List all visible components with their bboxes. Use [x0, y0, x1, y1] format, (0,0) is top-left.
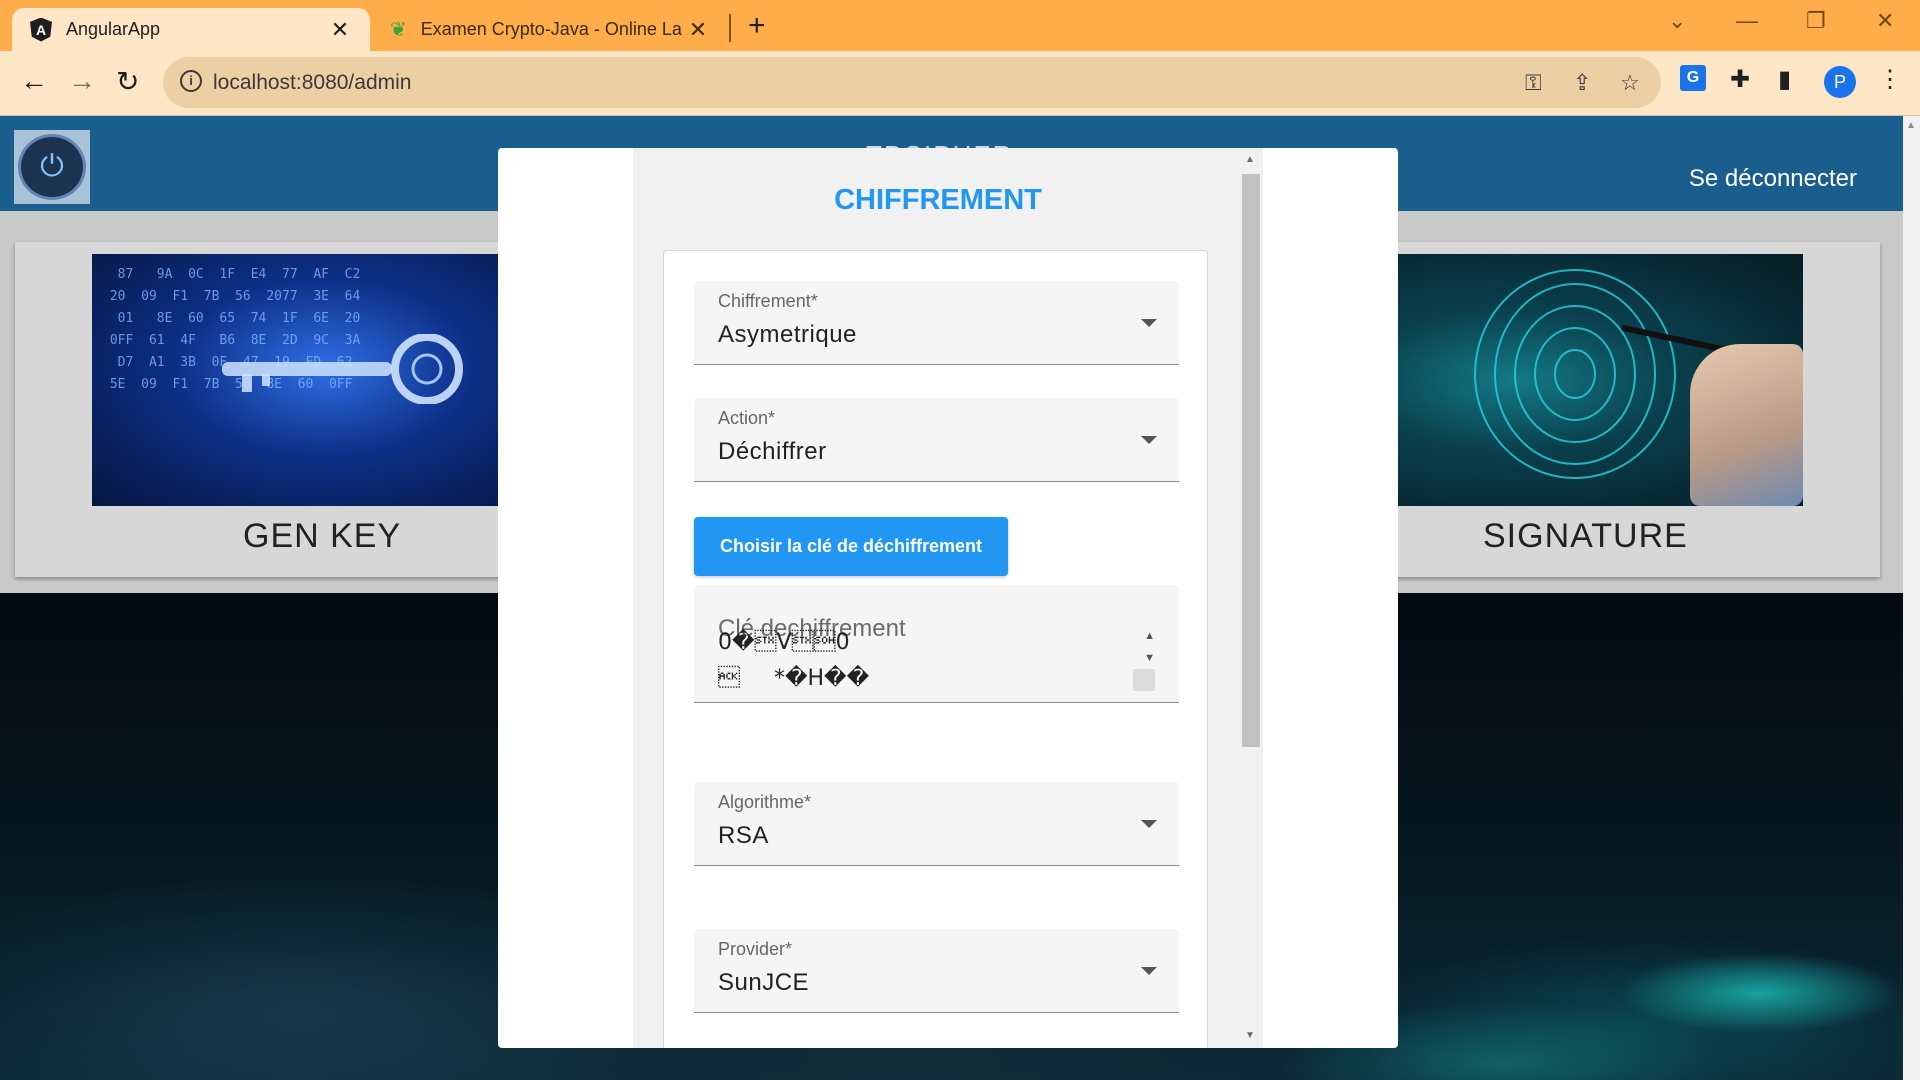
key-textarea[interactable]: Clé dechiffrement 0�V0  *�H�� ▲ ▼: [694, 585, 1179, 703]
close-tab-icon[interactable]: ✕: [328, 17, 352, 43]
dialog-scrollbar[interactable]: ▲ ▼: [1240, 148, 1260, 1048]
textarea-scroll-arrows[interactable]: ▲ ▼: [1144, 625, 1155, 669]
chiffrement-select[interactable]: Chiffrement* Asymetrique: [694, 281, 1179, 365]
logo-emblem: ⏻: [18, 134, 86, 200]
fingerprint-icon: [1474, 269, 1676, 479]
tab-angularapp[interactable]: A AngularApp ✕: [12, 8, 370, 51]
chevron-down-icon[interactable]: [1141, 967, 1157, 975]
close-tab-icon[interactable]: ✕: [686, 17, 710, 43]
site-info-icon[interactable]: i: [180, 70, 202, 92]
minimize-icon[interactable]: —: [1736, 8, 1758, 34]
card-label: SIGNATURE: [1483, 517, 1688, 555]
tab-examen[interactable]: ❦ Examen Crypto-Java - Online La ✕: [372, 8, 728, 51]
algorithme-select[interactable]: Algorithme* RSA: [694, 782, 1179, 866]
tab-title: Examen Crypto-Java - Online La: [420, 19, 682, 39]
logout-link[interactable]: Se déconnecter: [1689, 165, 1857, 193]
key-icon: [222, 334, 463, 404]
chevron-down-icon[interactable]: [1141, 319, 1157, 327]
card-signature[interactable]: SIGNATURE: [1360, 242, 1880, 577]
field-label: Chiffrement*: [718, 291, 818, 311]
field-label: Algorithme*: [718, 792, 812, 812]
browser-toolbar: ← → ↻ i localhost:8080/admin ⚿ ⇪ ☆: [0, 51, 1920, 116]
form-card: Chiffrement* Asymetrique Action* Déchiff…: [663, 250, 1208, 1048]
field-value: Asymetrique: [718, 321, 857, 348]
dialog-title: CHIFFREMENT: [834, 184, 1042, 216]
chevron-down-icon[interactable]: [1141, 820, 1157, 828]
app-logo[interactable]: ⏻: [14, 130, 90, 204]
reload-icon[interactable]: ↻: [116, 65, 139, 98]
page: ⏻ TPCIPHER Se déconnecter 87 9A 0C 1F E4…: [0, 116, 1920, 1080]
chevron-down-icon[interactable]: [1141, 436, 1157, 444]
profile-avatar[interactable]: P: [1824, 66, 1856, 98]
leaf-icon: ❦: [390, 19, 407, 41]
side-panel-icon[interactable]: ▮: [1778, 65, 1791, 94]
star-icon[interactable]: ☆: [1620, 70, 1640, 96]
browser-tabstrip: A AngularApp ✕ ❦ Examen Crypto-Java - On…: [0, 0, 1920, 51]
action-select[interactable]: Action* Déchiffrer: [694, 398, 1179, 482]
field-label: Provider*: [718, 939, 793, 959]
gen-key-image: 87 9A 0C 1F E4 77 AF C2 20 09 F1 7B 56 2…: [92, 254, 515, 506]
address-bar[interactable]: i localhost:8080/admin ⚿ ⇪ ☆: [163, 57, 1661, 108]
scroll-down-icon[interactable]: ▼: [1245, 1030, 1255, 1041]
signature-image: [1360, 254, 1803, 506]
field-label: Action*: [718, 408, 776, 428]
forward-icon[interactable]: →: [68, 65, 96, 97]
provider-select[interactable]: Provider* SunJCE: [694, 929, 1179, 1013]
field-value: Déchiffrer: [718, 438, 827, 465]
hand-icon: [1690, 344, 1803, 506]
extensions-icon[interactable]: ✚: [1730, 65, 1750, 94]
back-icon[interactable]: ←: [20, 65, 48, 97]
url-text[interactable]: localhost:8080/admin: [213, 71, 411, 95]
page-scrollbar[interactable]: ▲: [1903, 116, 1920, 1080]
resize-handle-icon[interactable]: [1133, 669, 1155, 691]
choose-key-button[interactable]: Choisir la clé de déchiffrement: [694, 517, 1008, 576]
chiffrement-dialog: CHIFFREMENT Chiffrement* Asymetrique Act…: [498, 148, 1398, 1048]
key-icon[interactable]: ⚿: [1525, 70, 1542, 96]
field-value: RSA: [718, 822, 769, 849]
restore-icon[interactable]: ❐: [1806, 8, 1826, 34]
menu-icon[interactable]: ⋮: [1878, 65, 1902, 94]
tab-search-icon[interactable]: ⌄: [1668, 8, 1686, 34]
close-window-icon[interactable]: ✕: [1876, 8, 1894, 34]
card-gen-key[interactable]: 87 9A 0C 1F E4 77 AF C2 20 09 F1 7B 56 2…: [15, 242, 560, 577]
scroll-up-icon[interactable]: ▲: [1906, 120, 1916, 131]
tab-separator: [729, 14, 731, 42]
scroll-up-icon[interactable]: ▲: [1245, 154, 1255, 165]
new-tab-icon[interactable]: +: [748, 9, 766, 43]
share-icon[interactable]: ⇪: [1573, 70, 1591, 96]
tab-title: AngularApp: [66, 19, 161, 39]
translate-icon[interactable]: G: [1680, 65, 1706, 91]
card-label: GEN KEY: [243, 517, 402, 555]
field-value: SunJCE: [718, 969, 810, 996]
angular-icon: A: [30, 17, 52, 42]
scrollbar-thumb[interactable]: [1242, 174, 1260, 747]
textarea-value[interactable]: 0�V0  *�H��: [718, 625, 869, 697]
